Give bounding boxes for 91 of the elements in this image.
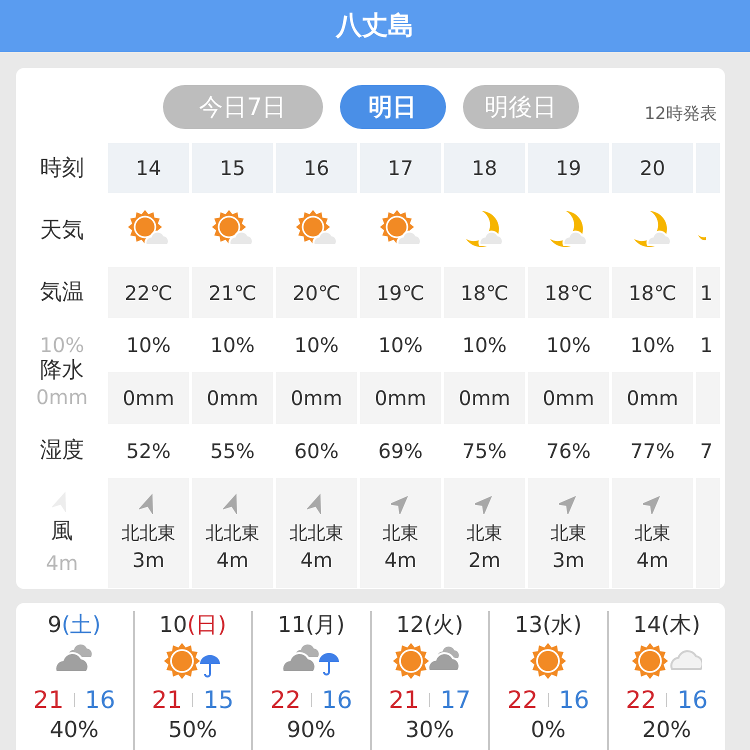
value-text: 60%: [294, 438, 339, 465]
faded-value: 10%: [40, 332, 84, 358]
value-text: 0mm: [206, 385, 258, 412]
value-text: 0mm: [374, 385, 426, 412]
day-date: 14(木): [633, 612, 700, 640]
day-tab[interactable]: 明日: [340, 84, 446, 128]
low-temp: 16: [677, 685, 708, 715]
row-label: 風: [51, 520, 73, 544]
wind-speed: 3m: [132, 547, 165, 574]
high-temp: 21: [33, 685, 64, 715]
precip-chance: 50%: [168, 717, 218, 745]
wind-direction: 北東: [634, 522, 670, 546]
value-text: 0mm: [290, 385, 342, 412]
wind-direction: 北北東: [122, 522, 176, 546]
value-text: 7: [699, 438, 713, 465]
value-text: 69%: [378, 438, 423, 465]
value-text: 10%: [126, 332, 171, 359]
value-text: 0mm: [542, 385, 594, 412]
high-temp: 21: [152, 685, 182, 715]
high-temp: 21: [388, 685, 420, 715]
value-text: 0mm: [458, 385, 510, 412]
location-title: 八丈島: [336, 10, 414, 42]
day-date: 11(月): [278, 612, 345, 640]
value-text: 18℃: [628, 280, 676, 306]
value-text: 21℃: [208, 280, 256, 306]
high-temp: 22: [507, 685, 538, 715]
row-label: 湿度: [40, 436, 84, 464]
day-date: 10(日): [159, 612, 226, 640]
row-label: 降水: [40, 358, 84, 384]
faded-value: 0mm: [36, 384, 88, 410]
hour-label: 16: [304, 155, 330, 182]
hour-label: 20: [640, 155, 666, 182]
precip-chance: 0%: [530, 717, 566, 745]
value-text: 18℃: [460, 280, 508, 306]
low-temp: 16: [322, 685, 352, 715]
value-text: 10%: [294, 332, 339, 359]
wind-speed: 4m: [636, 547, 669, 574]
value-text: 10%: [462, 332, 507, 359]
hour-label: 19: [556, 155, 582, 182]
day-tab[interactable]: 明後日: [462, 84, 578, 128]
value-text: 19℃: [376, 280, 424, 306]
hour-label: 15: [220, 155, 246, 182]
wind-speed: 4m: [300, 547, 333, 574]
precip-chance: 40%: [50, 717, 99, 745]
day-date: 12(火): [396, 612, 464, 640]
hour-label: 17: [388, 155, 414, 182]
value-text: 0mm: [626, 385, 678, 412]
value-text: 52%: [126, 438, 171, 465]
value-text: 22℃: [124, 280, 172, 306]
wind-speed: 3m: [552, 547, 585, 574]
value-text: 10%: [630, 332, 675, 359]
precip-chance: 20%: [642, 717, 692, 745]
value-text: 10%: [378, 332, 423, 359]
value-text: 75%: [462, 438, 507, 465]
faded-value: 4m: [46, 552, 78, 574]
value-text: 10%: [210, 332, 255, 359]
row-label: 天気: [40, 216, 84, 244]
high-temp: 22: [270, 685, 301, 715]
wind-speed: 2m: [468, 547, 501, 574]
wind-direction: 北北東: [290, 522, 344, 546]
value-text: 76%: [546, 438, 591, 465]
hour-label: 14: [136, 155, 162, 182]
precip-chance: 30%: [405, 717, 454, 745]
row-label: 気温: [40, 279, 84, 307]
day-date: 13(水): [514, 612, 582, 640]
day-tab[interactable]: 今日7日: [162, 84, 322, 128]
value-text: 1: [699, 280, 713, 306]
low-temp: 17: [440, 685, 471, 715]
row-label: 時刻: [40, 154, 84, 182]
low-temp: 16: [84, 685, 116, 715]
issued-time: 12時発表: [644, 103, 717, 126]
value-text: 77%: [630, 438, 675, 465]
moon-icon: [698, 235, 706, 241]
day-date: 9(土): [48, 612, 101, 640]
wind-direction: 北東: [550, 522, 586, 546]
value-text: 10%: [546, 332, 591, 359]
high-temp: 22: [626, 685, 656, 715]
value-text: 20℃: [292, 280, 340, 306]
precip-chance: 90%: [286, 717, 336, 745]
wind-speed: 4m: [216, 547, 249, 574]
value-text: 0mm: [122, 385, 174, 412]
wind-speed: 4m: [384, 547, 417, 574]
low-temp: 15: [203, 685, 234, 715]
low-temp: 16: [558, 685, 590, 715]
value-text: 55%: [210, 438, 255, 465]
wind-direction: 北東: [466, 522, 502, 546]
value-text: 18℃: [544, 280, 592, 306]
value-text: 1: [699, 332, 713, 359]
hour-label: 18: [472, 155, 498, 182]
wind-direction: 北東: [382, 522, 418, 546]
wind-direction: 北北東: [206, 522, 260, 546]
